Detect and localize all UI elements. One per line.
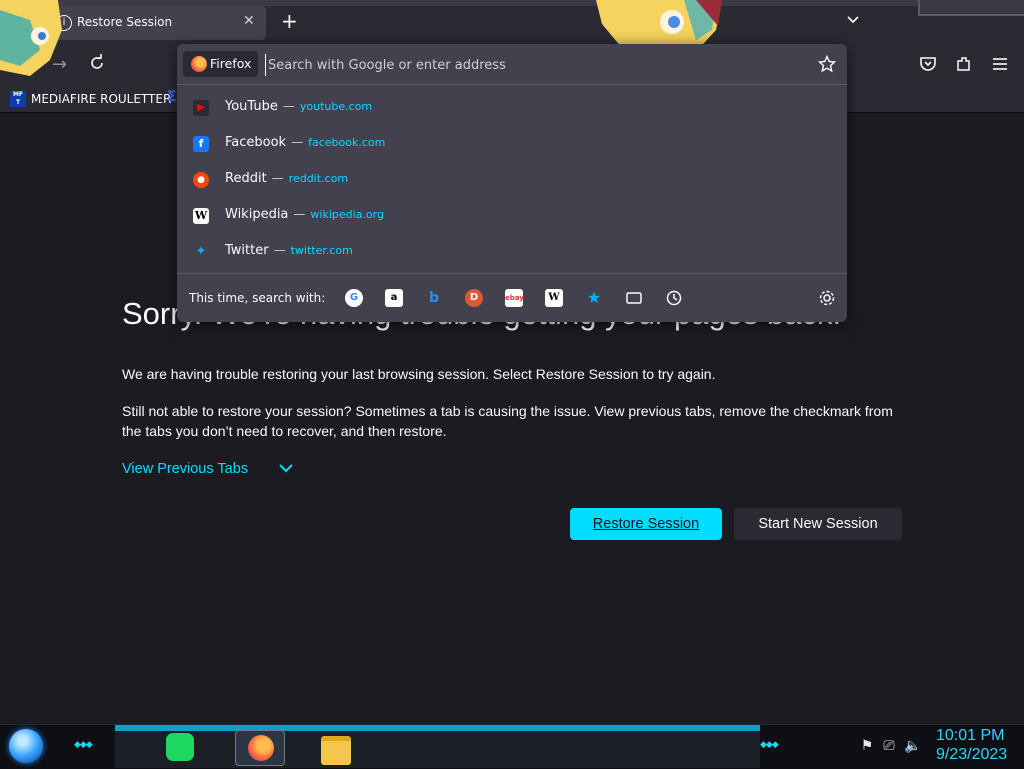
google-icon[interactable]: G xyxy=(345,289,363,307)
ebay-icon[interactable]: ebay xyxy=(505,289,524,307)
reload-icon[interactable] xyxy=(88,54,106,72)
spotify-taskbar-button[interactable] xyxy=(163,730,197,764)
suggestion-row-reddit[interactable]: ● Reddit — reddit.com xyxy=(177,162,847,198)
wikipedia-icon: W xyxy=(193,208,209,224)
start-button[interactable] xyxy=(9,729,43,763)
suggestion-separator: — xyxy=(282,99,295,113)
chevron-down-icon[interactable] xyxy=(278,462,294,474)
youtube-icon: ▶ xyxy=(193,100,209,116)
new-tab-button[interactable]: + xyxy=(281,9,298,33)
mediafire-rouletter-favicon: MF T xyxy=(10,91,26,107)
suggestion-title: Reddit xyxy=(225,171,267,186)
suggestion-row-youtube[interactable]: ▶ YouTube — youtube.com xyxy=(177,90,847,126)
close-tab-icon[interactable]: ✕ xyxy=(243,13,255,29)
suggestion-text: Reddit — reddit.com xyxy=(225,171,348,186)
suggestion-title: YouTube xyxy=(225,99,278,114)
gear-icon[interactable] xyxy=(818,289,836,307)
bookmark-mediafire-rouletter[interactable]: MF T MEDIAFIRE ROULETTER xyxy=(10,89,171,109)
firefox-logo-icon xyxy=(191,56,207,72)
action-center-flag-icon[interactable]: ⚑ xyxy=(858,738,876,754)
suggestion-text: Wikipedia — wikipedia.org xyxy=(225,207,384,222)
tab-restore-session[interactable]: i Restore Session ✕ xyxy=(50,6,266,40)
firefox-taskbar-button[interactable] xyxy=(235,730,285,766)
window-controls-decoration xyxy=(918,0,1024,16)
start-new-session-button[interactable]: Start New Session xyxy=(734,508,902,540)
suggestion-url: twitter.com xyxy=(290,244,353,257)
suggestion-row-twitter[interactable]: ✦ Twitter — twitter.com xyxy=(177,234,847,270)
menu-icon[interactable] xyxy=(991,55,1009,73)
duckduckgo-icon[interactable]: D xyxy=(465,289,483,307)
restore-session-button[interactable]: Restore Session xyxy=(570,508,722,540)
bing-icon[interactable]: b xyxy=(425,289,443,307)
theme-character-artwork-left xyxy=(0,0,62,76)
tab-bar: i Restore Session ✕ + xyxy=(0,0,1024,44)
bookmark-overflow-icon[interactable]: Σ xyxy=(167,89,177,105)
firefox-icon xyxy=(248,735,274,761)
bookmark-star-icon[interactable] xyxy=(818,55,836,73)
spotify-icon xyxy=(166,733,194,761)
suggestion-title: Twitter xyxy=(225,243,269,258)
urlbar-dropdown: Firefox ▶ YouTube — youtube.com f Facebook… xyxy=(177,44,847,322)
suggestion-separator: — xyxy=(293,207,306,221)
volume-icon[interactable]: 🔈 xyxy=(904,738,922,754)
tab-title: Restore Session xyxy=(77,15,173,29)
clock-time[interactable]: 10:01 PM xyxy=(936,727,1004,745)
suggestion-separator: — xyxy=(291,135,304,149)
taskbar-panel xyxy=(115,731,760,768)
intro-paragraph: We are having trouble restoring your las… xyxy=(122,366,716,382)
address-bar-input[interactable] xyxy=(265,54,790,76)
suggestion-row-facebook[interactable]: f Facebook — facebook.com xyxy=(177,126,847,162)
extensions-icon[interactable] xyxy=(955,55,973,73)
bookmark-label: MEDIAFIRE ROULETTER xyxy=(31,92,172,106)
suggestion-title: Facebook xyxy=(225,135,287,150)
suggestion-separator: — xyxy=(271,171,284,185)
suggestion-url: wikipedia.org xyxy=(310,208,384,221)
wikipedia-icon[interactable]: W xyxy=(545,289,563,307)
suggestion-row-wikipedia[interactable]: W Wikipedia — wikipedia.org xyxy=(177,198,847,234)
suggestion-url: reddit.com xyxy=(288,172,349,185)
suggestion-text: Facebook — facebook.com xyxy=(225,135,385,150)
clock-date[interactable]: 9/23/2023 xyxy=(936,746,1007,764)
suggestion-text: Twitter — twitter.com xyxy=(225,243,353,258)
identity-label: Firefox xyxy=(210,56,252,71)
network-icon[interactable]: ⎚ xyxy=(880,738,898,754)
bookmarks-star-icon[interactable]: ★ xyxy=(585,289,603,307)
restore-session-label: Restore Session xyxy=(592,516,700,532)
suggestion-separator: — xyxy=(273,243,286,257)
amazon-icon[interactable]: a xyxy=(385,289,403,307)
history-icon[interactable] xyxy=(665,289,683,307)
facebook-icon: f xyxy=(193,136,209,152)
pocket-icon[interactable] xyxy=(919,55,937,73)
suggestion-url: facebook.com xyxy=(308,136,386,149)
suggestion-url: youtube.com xyxy=(299,100,373,113)
reddit-icon: ● xyxy=(193,172,209,188)
taskbar-decoration: ◆◆◆ xyxy=(74,740,93,750)
tabs-icon[interactable] xyxy=(625,289,643,307)
suggestion-title: Wikipedia xyxy=(225,207,289,222)
chevron-down-icon[interactable] xyxy=(846,13,860,27)
search-mode-indicator[interactable]: Firefox xyxy=(183,51,258,77)
search-with-label: This time, search with: xyxy=(189,291,326,305)
file-explorer-taskbar-button[interactable] xyxy=(318,730,352,765)
help-paragraph: Still not able to restore your session? … xyxy=(122,403,893,439)
view-previous-tabs-link[interactable]: View Previous Tabs xyxy=(122,461,248,477)
popup-divider xyxy=(177,84,847,85)
twitter-icon: ✦ xyxy=(195,244,207,259)
folder-icon xyxy=(321,736,351,765)
popup-divider xyxy=(177,273,847,274)
taskbar-decoration: ◆◆◆ xyxy=(760,740,779,750)
suggestion-text: YouTube — youtube.com xyxy=(225,99,372,114)
